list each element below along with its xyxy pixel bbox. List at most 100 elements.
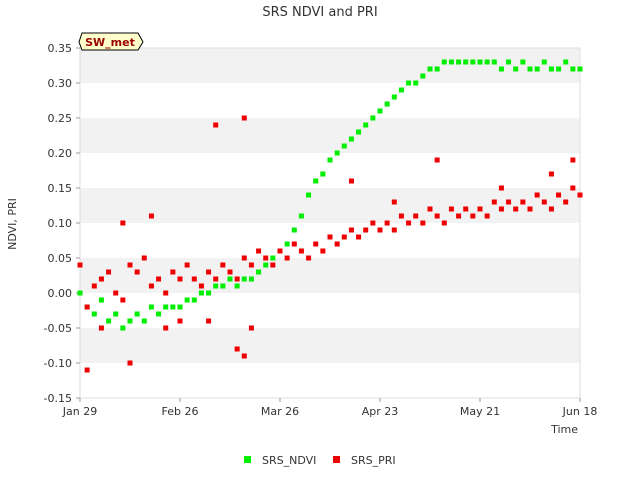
x-tick-label: Apr 23 (362, 405, 399, 418)
point-srs-pri (98, 325, 104, 331)
y-tick-label: 0.10 (48, 217, 73, 230)
point-srs-ndvi (106, 318, 112, 324)
point-srs-pri (420, 220, 426, 226)
point-srs-ndvi (298, 213, 304, 219)
point-srs-ndvi (291, 227, 297, 233)
point-srs-pri (448, 206, 454, 212)
point-srs-ndvi (98, 297, 104, 303)
point-srs-pri (370, 220, 376, 226)
point-srs-pri (384, 220, 390, 226)
point-srs-pri (248, 262, 254, 268)
grid-band (80, 223, 580, 258)
point-srs-pri (98, 276, 104, 282)
point-srs-pri (513, 206, 519, 212)
grid-band (80, 258, 580, 293)
point-srs-ndvi (91, 311, 97, 317)
point-srs-pri (298, 248, 304, 254)
grid-band (80, 363, 580, 398)
x-axis-label: Time (550, 423, 578, 436)
point-srs-ndvi (413, 80, 419, 86)
point-srs-pri (434, 157, 440, 163)
chart-title: SRS NDVI and PRI (262, 5, 377, 20)
point-srs-pri (534, 192, 540, 198)
y-axis-label: NDVI, PRI (6, 198, 19, 250)
y-tick-label: -0.05 (44, 322, 72, 335)
point-srs-ndvi (441, 59, 447, 65)
point-srs-pri (134, 269, 140, 275)
point-srs-ndvi (334, 150, 340, 156)
point-srs-pri (306, 255, 312, 261)
point-srs-ndvi (327, 157, 333, 163)
point-srs-ndvi (227, 276, 233, 282)
point-srs-pri (491, 199, 497, 205)
y-axis: -0.15 -0.10 -0.05 0.00 0.05 0.10 0.15 0.20 0.25 0… (44, 42, 80, 405)
point-srs-pri (570, 157, 576, 163)
point-srs-pri (177, 318, 183, 324)
point-srs-pri (398, 213, 404, 219)
y-tick-label: -0.10 (44, 357, 72, 370)
point-srs-pri (120, 297, 126, 303)
point-srs-pri (120, 220, 126, 226)
point-srs-pri (356, 234, 362, 240)
point-srs-ndvi (484, 59, 490, 65)
point-srs-ndvi (127, 318, 133, 324)
point-srs-ndvi (534, 66, 540, 72)
point-srs-pri (234, 346, 240, 352)
point-srs-pri (563, 199, 569, 205)
point-srs-pri (577, 192, 583, 198)
point-srs-ndvi (491, 59, 497, 65)
point-srs-pri (248, 325, 254, 331)
point-srs-pri (291, 241, 297, 247)
point-srs-pri (170, 269, 176, 275)
point-srs-ndvi (284, 241, 290, 247)
point-srs-pri (227, 269, 233, 275)
point-srs-ndvi (363, 122, 369, 128)
point-srs-pri (84, 367, 90, 373)
point-srs-pri (113, 290, 119, 296)
point-srs-ndvi (434, 66, 440, 72)
point-srs-ndvi (163, 304, 169, 310)
point-srs-ndvi (506, 59, 512, 65)
point-srs-ndvi (234, 283, 240, 289)
legend-label-srs-pri: SRS_PRI (351, 454, 396, 467)
point-srs-pri (498, 185, 504, 191)
point-srs-pri (77, 262, 83, 268)
point-srs-pri (470, 213, 476, 219)
point-srs-ndvi (377, 108, 383, 114)
point-srs-pri (148, 283, 154, 289)
point-srs-ndvi (398, 87, 404, 93)
point-srs-ndvi (456, 59, 462, 65)
point-srs-ndvi (356, 129, 362, 135)
scatter-chart: SRS NDVI and PRI -0.15 -0.10 -0.05 0.00 0.05… (6, 5, 597, 467)
point-srs-ndvi (563, 59, 569, 65)
point-srs-pri (241, 255, 247, 261)
point-srs-ndvi (577, 66, 583, 72)
point-srs-pri (84, 304, 90, 310)
point-srs-pri (463, 206, 469, 212)
point-srs-ndvi (541, 59, 547, 65)
point-srs-ndvi (170, 304, 176, 310)
point-srs-ndvi (270, 255, 276, 261)
point-srs-pri (213, 122, 219, 128)
point-srs-ndvi (348, 136, 354, 142)
point-srs-pri (177, 276, 183, 282)
point-srs-pri (413, 213, 419, 219)
point-srs-ndvi (520, 59, 526, 65)
point-srs-ndvi (141, 318, 147, 324)
point-srs-pri (156, 276, 162, 282)
point-srs-ndvi (306, 192, 312, 198)
point-srs-pri (141, 255, 147, 261)
point-srs-ndvi (198, 290, 204, 296)
grid-band (80, 48, 580, 83)
point-srs-pri (441, 220, 447, 226)
point-srs-pri (206, 269, 212, 275)
point-srs-pri (527, 206, 533, 212)
y-tick-label: 0.05 (48, 252, 73, 265)
point-srs-ndvi (320, 171, 326, 177)
point-srs-ndvi (427, 66, 433, 72)
point-srs-ndvi (548, 66, 554, 72)
point-srs-ndvi (570, 66, 576, 72)
point-srs-pri (548, 171, 554, 177)
point-srs-ndvi (177, 304, 183, 310)
point-srs-pri (477, 206, 483, 212)
